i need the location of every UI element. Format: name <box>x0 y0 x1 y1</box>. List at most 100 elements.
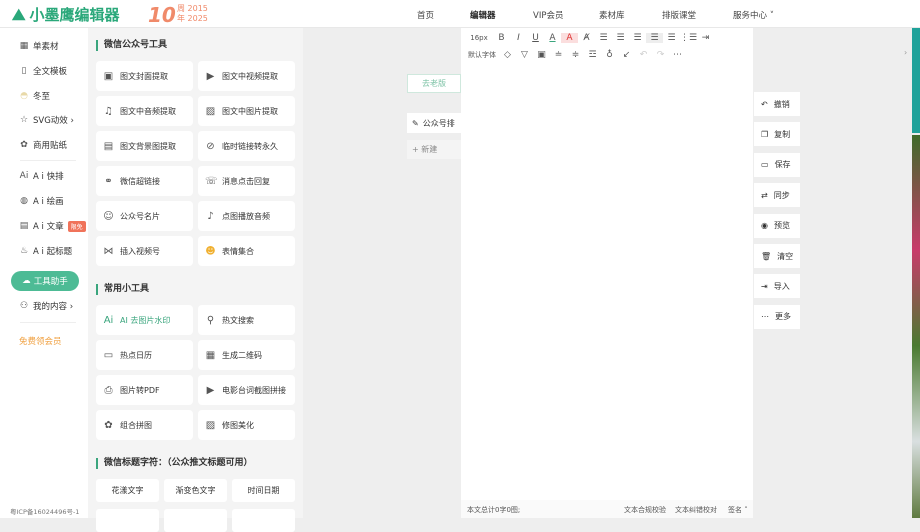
palette-icon: ◍ <box>20 196 28 206</box>
new-doc-button[interactable]: + 新建 <box>407 140 461 159</box>
divider-icon[interactable]: ☲ <box>584 50 601 60</box>
italic-icon[interactable]: I <box>510 33 527 43</box>
nav-vip[interactable]: VIP会员 <box>533 9 563 21</box>
tool-card[interactable]: ▭ 热点日历 <box>96 340 193 370</box>
import-button[interactable]: ⇥ 导入 <box>754 274 800 299</box>
tool-card[interactable]: ⋈ 插入视频号 <box>96 236 193 266</box>
nav-service[interactable]: 服务中心 ˅ <box>733 9 774 21</box>
spacing-icon[interactable]: ≐ <box>550 50 567 60</box>
save-button[interactable]: ▭ 保存 <box>754 152 800 177</box>
chip-gradient-text[interactable]: 渐变色文字 <box>164 479 227 502</box>
clear-format-icon[interactable]: Ⱥ <box>578 33 595 43</box>
font-size-select[interactable]: 16px <box>465 34 493 42</box>
logo[interactable]: ⛰ 小墨鹰编辑器 <box>12 4 119 25</box>
preview-icon: ◉ <box>761 221 768 231</box>
more-icon[interactable]: ⋯ <box>669 50 686 60</box>
tool-card[interactable]: ⎙ 图片转PDF <box>96 375 193 405</box>
image-icon[interactable]: ▣ <box>533 50 550 60</box>
line-height-icon[interactable]: ⋮☰ <box>680 33 697 43</box>
tool-card[interactable]: ⊘ 临时链接转永久 <box>198 131 295 161</box>
nav-library[interactable]: 素材库 <box>599 9 625 21</box>
font-family-select[interactable]: 默认字体 <box>465 50 499 60</box>
nav-svg[interactable]: ☆ SVG动效 › <box>19 114 74 126</box>
editor-area[interactable] <box>461 28 753 518</box>
underline-icon[interactable]: U <box>527 33 544 43</box>
nav-home[interactable]: 首页 <box>417 9 434 21</box>
align-right-icon[interactable]: ☰ <box>629 33 646 43</box>
indent-icon[interactable]: ☰ <box>663 33 680 43</box>
tool-icon: ▤ <box>103 140 114 152</box>
chip-fancy-text[interactable]: 花漾文字 <box>96 479 159 502</box>
chip[interactable] <box>96 509 159 532</box>
tool-icon: ▨ <box>205 419 216 431</box>
nav-editor[interactable]: 编辑器 <box>470 9 496 21</box>
highlight-icon[interactable]: A <box>561 33 578 43</box>
nav-ai-layout[interactable]: Ai A i 快排 <box>19 170 64 182</box>
section-title-common-tools: 常用小工具 <box>96 284 149 295</box>
undo-button[interactable]: ↶ 撤销 <box>754 92 800 116</box>
signature-button[interactable]: 签名 ˄ <box>728 505 748 515</box>
redo-icon[interactable]: ↷ <box>652 50 669 60</box>
tool-card[interactable]: ☏ 消息点击回复 <box>198 166 295 196</box>
tool-icon: ▭ <box>103 349 114 361</box>
letter-spacing-icon[interactable]: ≑ <box>567 50 584 60</box>
more-button[interactable]: ⋯ 更多 <box>754 304 800 329</box>
preview-button[interactable]: ◉ 预览 <box>754 213 800 238</box>
nav-stickers[interactable]: ✿ 商用贴纸 <box>19 139 67 151</box>
tool-card[interactable]: ✿ 组合拼图 <box>96 410 193 440</box>
tool-card[interactable]: Ai AI 去图片水印 <box>96 305 193 335</box>
free-vip-link[interactable]: 免费领会员 <box>19 335 62 347</box>
justify-icon[interactable]: ☰ <box>646 33 663 43</box>
tool-card[interactable]: ☺ 公众号名片 <box>96 201 193 231</box>
tool-card[interactable]: ▶ 电影台词截图拼接 <box>198 375 295 405</box>
tool-icon: ✿ <box>104 419 113 431</box>
tool-icon: ▶ <box>206 70 215 82</box>
tool-card[interactable]: ⚲ 热文搜索 <box>198 305 295 335</box>
tool-card[interactable]: ♪ 点图播放音频 <box>198 201 295 231</box>
nav-course[interactable]: 排版课堂 <box>662 9 696 21</box>
sticker-icon: ✿ <box>20 140 28 150</box>
bulb-icon[interactable]: ♁ <box>601 50 618 60</box>
tool-card[interactable]: ▦ 生成二维码 <box>198 340 295 370</box>
font-color-icon[interactable]: A <box>544 33 561 43</box>
eraser-icon[interactable]: ◇ <box>499 50 516 60</box>
brush-icon[interactable]: ▽ <box>516 50 533 60</box>
tool-card[interactable]: ▶ 图文中视频提取 <box>198 61 295 91</box>
nav-single-material[interactable]: ▦ 单素材 <box>19 40 59 52</box>
arrow-icon[interactable]: ↙ <box>618 50 635 60</box>
tool-card[interactable]: ☻ 表情集合 <box>198 236 295 266</box>
chip[interactable] <box>232 509 295 532</box>
compliance-check-button[interactable]: 文本合规校验 <box>624 505 666 515</box>
tool-card[interactable]: ▣ 图文封面提取 <box>96 61 193 91</box>
doc-tab[interactable]: ✎ 公众号排 <box>407 113 461 133</box>
tool-card[interactable]: ▤ 图文背景图提取 <box>96 131 193 161</box>
tool-card[interactable]: ▨ 图文中图片提取 <box>198 96 295 126</box>
align-center-icon[interactable]: ☰ <box>612 33 629 43</box>
copy-button[interactable]: ❐ 复制 <box>754 122 800 147</box>
collapse-icon[interactable]: › <box>904 48 907 57</box>
nav-ai-draw[interactable]: ◍ A i 绘画 <box>19 195 64 207</box>
chip[interactable] <box>164 509 227 532</box>
clear-button[interactable]: 🗑 清空 <box>754 244 800 268</box>
icp-text[interactable]: 粤ICP备16024496号-1 <box>10 506 79 516</box>
chip-datetime[interactable]: 时间日期 <box>232 479 295 502</box>
tool-card[interactable]: ▨ 修图美化 <box>198 410 295 440</box>
tool-card[interactable]: ♫ 图文中音频提取 <box>96 96 193 126</box>
bold-icon[interactable]: B <box>493 33 510 43</box>
nav-my-content[interactable]: ⚇ 我的内容 › <box>19 300 73 312</box>
more-icon: ⋯ <box>761 312 769 322</box>
nav-tools[interactable]: ☁ 工具助手 <box>11 271 79 291</box>
nav-ai-title[interactable]: ♨ A i 起标题 <box>19 245 72 257</box>
proofread-button[interactable]: 文本纠错校对 <box>675 505 717 515</box>
old-version-button[interactable]: 去老版 <box>407 74 461 93</box>
align-left-icon[interactable]: ☰ <box>595 33 612 43</box>
nav-templates[interactable]: ▯ 全文模板 <box>19 65 68 77</box>
nav-winter[interactable]: ◓ 冬至 <box>19 90 50 102</box>
section-title-title-chars: 微信标题字符：（公众推文标题可用） <box>96 458 253 469</box>
sync-button[interactable]: ⇄ 同步 <box>754 183 800 208</box>
export-icon[interactable]: ⇥ <box>697 33 714 43</box>
tools-icon: ☁ <box>22 276 31 286</box>
tool-card[interactable]: ⚭ 微信超链接 <box>96 166 193 196</box>
nav-ai-article[interactable]: ▤ A i 文章 限免 <box>19 220 86 232</box>
undo-icon[interactable]: ↶ <box>635 50 652 60</box>
